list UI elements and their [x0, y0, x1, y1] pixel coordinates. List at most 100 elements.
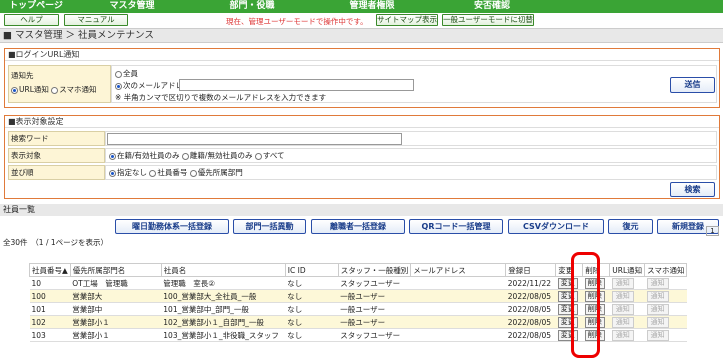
active-label: 在籍/有効社員のみ: [117, 151, 180, 160]
table-cell: 営業部大: [70, 289, 162, 303]
inactive-label: 離籍/無効社員のみ: [189, 151, 253, 160]
order-none-label: 指定なし: [117, 168, 147, 177]
table-cell: 103: [29, 328, 71, 342]
login-url-panel: ■ログインURL通知 通知先 URL通知 スマホ通知 全員 次のメールアドレス …: [4, 48, 720, 108]
url-notify-button[interactable]: 通知: [611, 316, 634, 328]
table-cell: 100: [29, 289, 71, 303]
nav-master[interactable]: マスタ管理: [72, 0, 192, 13]
table-cell: [410, 276, 506, 290]
keyword-label: 検索ワード: [8, 131, 105, 146]
email-input[interactable]: [179, 79, 414, 91]
url-notify-button[interactable]: 通知: [611, 277, 634, 289]
table-cell: 2022/08/05: [505, 302, 556, 316]
csv-download-button[interactable]: CSVダウンロード: [508, 219, 604, 234]
col-smart: スマホ通知: [644, 263, 688, 277]
col-id[interactable]: 社員番号▲: [29, 263, 71, 277]
email-note: ※ 半角カンマで区切りで複数のメールアドレスを入力できます: [115, 93, 327, 102]
url-notify-button[interactable]: 通知: [611, 329, 634, 341]
all-label: 全員: [123, 69, 138, 78]
manual-button[interactable]: マニュアル: [64, 14, 128, 26]
smart-notify-button[interactable]: 通知: [646, 316, 669, 328]
help-button[interactable]: ヘルプ: [4, 14, 59, 26]
order-none-radio[interactable]: [109, 169, 116, 177]
nav-safety[interactable]: 安否確認: [432, 0, 552, 13]
table-cell: なし: [285, 302, 339, 316]
url-notify-button[interactable]: 通知: [611, 290, 634, 302]
table-cell: なし: [285, 315, 339, 329]
notify-target-cell: 通知先 URL通知 スマホ通知: [8, 65, 111, 103]
inactive-radio[interactable]: [181, 152, 189, 160]
order-dept-label: 優先所属部門: [197, 168, 243, 177]
smart-notify-button[interactable]: 通知: [646, 329, 669, 341]
all-radio[interactable]: [115, 70, 122, 78]
target-label: 表示対象: [8, 148, 105, 163]
following-radio[interactable]: [115, 82, 122, 90]
record-count: 全30件 （1 / 1ページを表示）: [3, 238, 108, 247]
switch-mode-button[interactable]: 一般ユーザーモードに切替: [442, 14, 534, 26]
col-url: URL通知: [609, 263, 646, 277]
table-cell: スタッフユーザー: [338, 276, 411, 290]
table-cell: 2022/08/05: [505, 315, 556, 329]
table-cell: なし: [285, 328, 339, 342]
table-cell: 一般ユーザー: [338, 289, 411, 303]
table-cell: 営業部小１: [70, 315, 162, 329]
notify-value-cell: 全員 次のメールアドレス ※ 半角カンマで区切りで複数のメールアドレスを入力でき…: [111, 65, 717, 103]
table-cell: [410, 289, 506, 303]
col-email: メールアドレス: [410, 263, 507, 277]
resign-bulk-button[interactable]: 離職者一括登録: [311, 219, 405, 234]
table-cell: 103_営業部小１_非役職_スタッフ: [161, 328, 286, 342]
search-button[interactable]: 検索: [670, 182, 715, 197]
table-cell: なし: [285, 276, 339, 290]
keyword-input[interactable]: [107, 133, 402, 145]
nav-dept[interactable]: 部門・役職: [192, 0, 312, 13]
breadcrumb: ■ マスタ管理 ＞ 社員メンテナンス: [0, 28, 723, 43]
url-label: URL通知: [19, 85, 49, 94]
smart-radio[interactable]: [51, 86, 59, 94]
display-settings-panel: ■表示対象設定 検索ワード 表示対象 在籍/有効社員のみ 離籍/無効社員のみ す…: [4, 115, 720, 199]
table-cell: 一般ユーザー: [338, 302, 411, 316]
section-title: 社員一覧: [0, 204, 723, 216]
panel-title: ■表示対象設定: [5, 116, 719, 128]
active-radio[interactable]: [109, 152, 116, 160]
table-cell: [410, 328, 506, 342]
table-cell: 営業部小１: [70, 328, 162, 342]
admin-mode-warning: 現在、管理ユーザーモードで操作中です。: [226, 17, 368, 26]
order-id-label: 社員番号: [157, 168, 188, 177]
col-type: スタッフ・一般種別: [337, 263, 412, 277]
url-radio[interactable]: [11, 86, 18, 94]
all-staff-label: すべて: [262, 151, 285, 160]
send-button[interactable]: 送信: [670, 77, 715, 93]
weekday-bulk-button[interactable]: 曜日勤務体系一括登録: [115, 219, 229, 234]
order-label: 並び順: [8, 165, 105, 180]
table-cell: 2022/08/05: [505, 328, 556, 342]
table-cell: スタッフユーザー: [338, 328, 411, 342]
table-cell: OT工場 管理職: [70, 276, 162, 290]
nav-admin[interactable]: 管理者権限: [312, 0, 432, 13]
dept-transfer-button[interactable]: 部門一括異動: [233, 219, 306, 234]
url-notify-button[interactable]: 通知: [611, 303, 634, 315]
page-number[interactable]: 1: [706, 226, 719, 236]
table-cell: 2022/11/22: [505, 276, 556, 290]
smart-notify-button[interactable]: 通知: [646, 277, 669, 289]
col-dept: 優先所属部門名: [69, 263, 162, 277]
nav-top[interactable]: トップページ: [0, 0, 72, 13]
smart-notify-button[interactable]: 通知: [646, 290, 669, 302]
table-cell: 管理職 室長②: [161, 276, 286, 290]
top-nav: トップページ マスタ管理 部門・役職 管理者権限 安否確認: [0, 0, 723, 13]
order-id-radio[interactable]: [149, 169, 157, 177]
table-cell: 一般ユーザー: [338, 315, 411, 329]
table-cell: 10: [29, 276, 71, 290]
table-cell: 101_営業部中_部門_一般: [161, 302, 286, 316]
table-cell: 102: [29, 315, 71, 329]
panel-title: ■ログインURL通知: [5, 49, 719, 61]
restore-button[interactable]: 復元: [608, 219, 653, 234]
all-staff-radio[interactable]: [254, 152, 262, 160]
smart-label: スマホ通知: [59, 85, 97, 94]
table-cell: なし: [285, 289, 339, 303]
col-icid: IC ID: [284, 263, 339, 277]
smart-notify-button[interactable]: 通知: [646, 303, 669, 315]
sitemap-button[interactable]: サイトマップ表示: [376, 14, 438, 26]
col-date: 登録日: [505, 263, 557, 277]
qr-bulk-button[interactable]: QRコード一括管理: [409, 219, 503, 234]
order-dept-radio[interactable]: [189, 169, 197, 177]
